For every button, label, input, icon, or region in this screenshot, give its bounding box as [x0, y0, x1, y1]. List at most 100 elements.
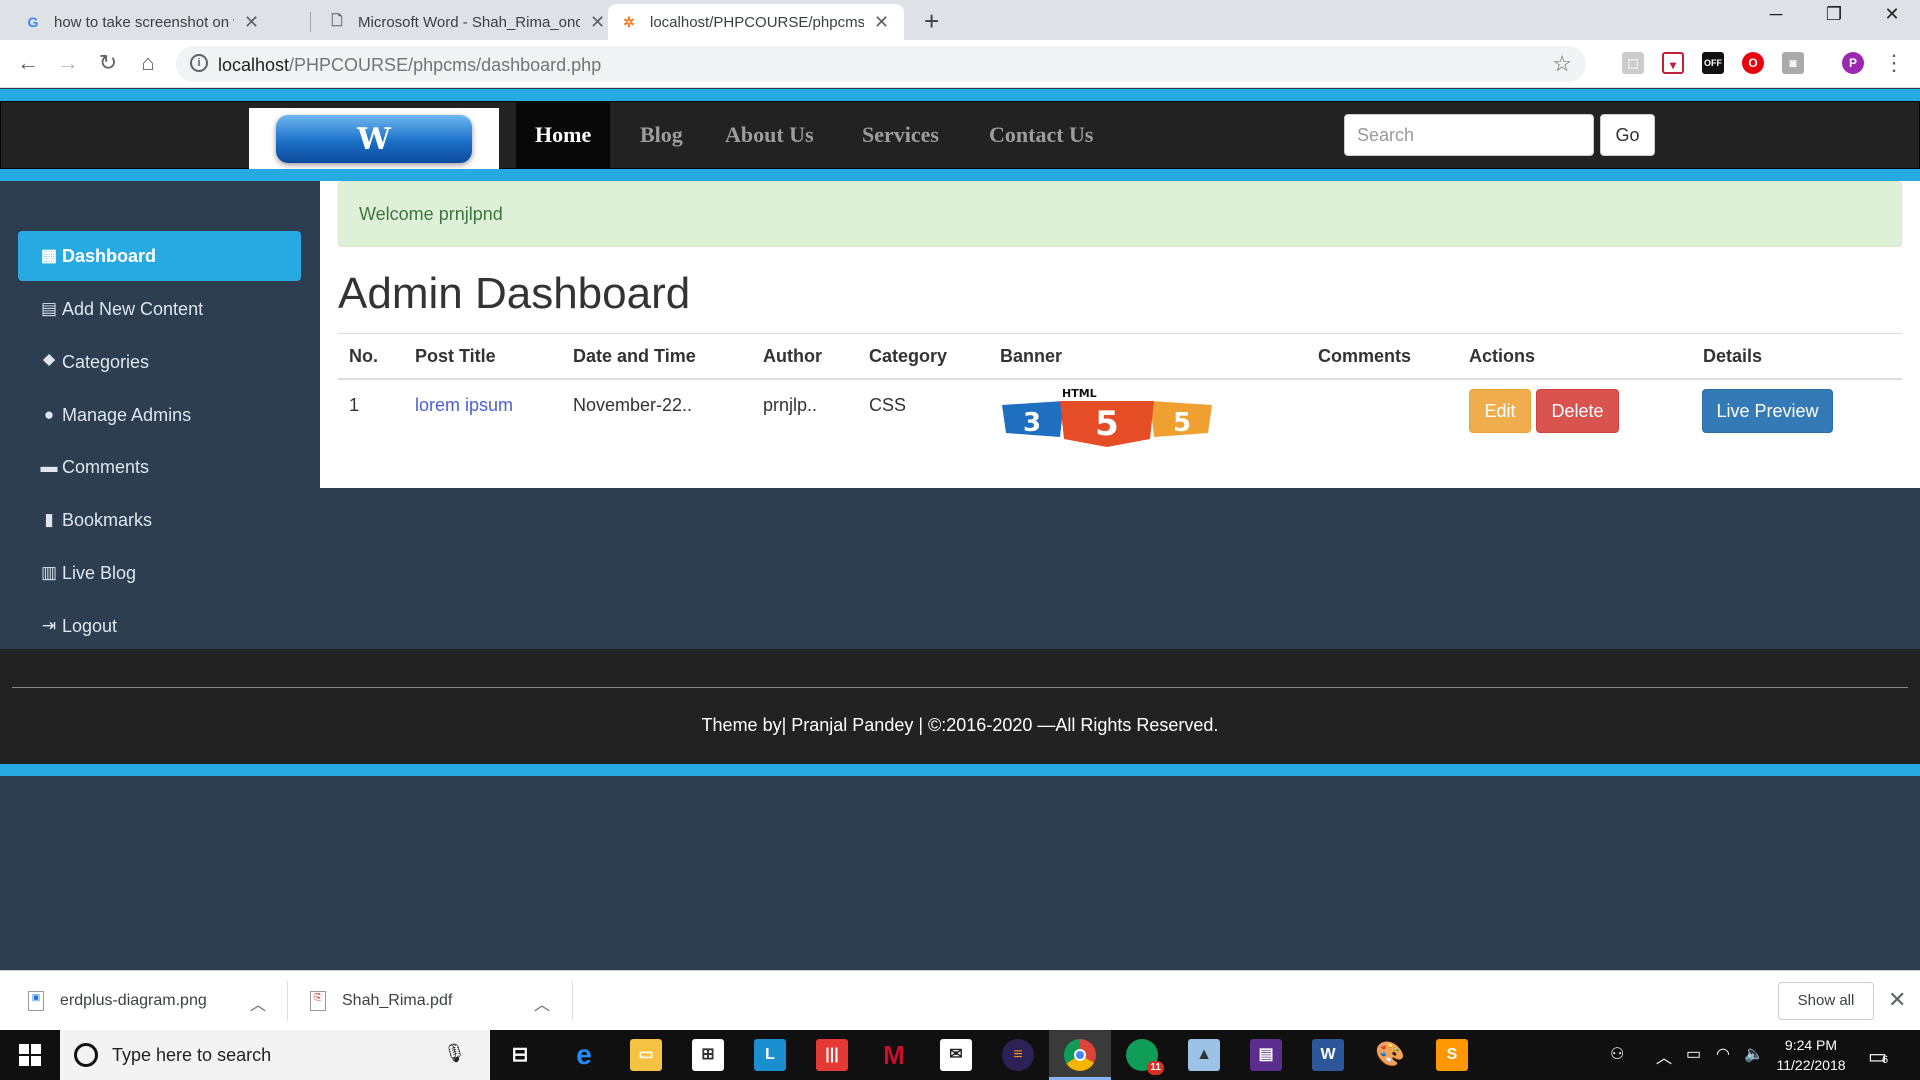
- sidebar-item-comments[interactable]: ▬ Comments: [18, 442, 301, 492]
- url-text[interactable]: localhost/PHPCOURSE/phpcms/dashboard.php: [218, 55, 601, 76]
- sidebar-item-manage-admins[interactable]: ● Manage Admins: [18, 390, 301, 440]
- home-icon[interactable]: ⌂: [134, 50, 162, 76]
- chevron-up-icon[interactable]: ︿: [250, 991, 266, 1015]
- download-item-erdplus[interactable]: ▣ erdplus-diagram.png ︿: [28, 971, 268, 1031]
- pdf-extension-icon[interactable]: ⬚: [1622, 52, 1644, 74]
- task-view-icon[interactable]: ⊟: [504, 1039, 536, 1071]
- new-tab-button[interactable]: +: [924, 6, 939, 37]
- menu-kebab-icon[interactable]: ⋮: [1880, 50, 1908, 76]
- chevron-up-icon[interactable]: ︿: [1656, 1044, 1672, 1068]
- column-header-author: Author: [763, 346, 822, 366]
- accent-strip-footer: [0, 764, 1920, 776]
- nav-home[interactable]: Home: [516, 102, 611, 168]
- show-all-button[interactable]: Show all: [1778, 982, 1874, 1020]
- cell-date-time: November-22..: [573, 395, 693, 415]
- bookmark-icon: ▮: [44, 510, 54, 529]
- nav-contact-us[interactable]: Contact Us: [970, 102, 1113, 168]
- sublime-text-icon[interactable]: S: [1436, 1039, 1468, 1071]
- sidebar-item-logout[interactable]: ⇥ Logout: [18, 601, 301, 651]
- close-downloads-icon[interactable]: ✕: [1888, 987, 1906, 1013]
- store-icon[interactable]: ⊞: [692, 1039, 724, 1071]
- taskbar-search[interactable]: Type here to search 🎙: [60, 1030, 490, 1080]
- user-icon: ●: [43, 405, 55, 424]
- photos-icon[interactable]: ▲: [1188, 1039, 1220, 1071]
- site-logo[interactable]: W: [249, 108, 499, 170]
- start-button[interactable]: [0, 1030, 60, 1080]
- edit-button[interactable]: Edit: [1469, 389, 1531, 433]
- nav-blog[interactable]: Blog: [621, 102, 702, 168]
- page-title: Admin Dashboard: [338, 269, 691, 318]
- post-title-link[interactable]: lorem ipsum: [415, 395, 513, 416]
- mail-icon[interactable]: ✉: [940, 1039, 972, 1071]
- column-header-no: No.: [349, 346, 378, 366]
- sidebar-item-label: Dashboard: [62, 245, 157, 266]
- word-icon[interactable]: W: [1312, 1039, 1344, 1071]
- microphone-icon[interactable]: 🎙: [443, 1043, 466, 1064]
- eclipse-icon[interactable]: ≡: [1002, 1039, 1034, 1071]
- camera-extension-icon[interactable]: ◙: [1782, 52, 1804, 74]
- offers-extension-icon[interactable]: OFF: [1702, 52, 1724, 74]
- l-app-icon[interactable]: L: [754, 1039, 786, 1071]
- paint-icon[interactable]: 🎨: [1374, 1039, 1406, 1071]
- address-bar[interactable]: i localhost/PHPCOURSE/phpcms/dashboard.p…: [176, 46, 1586, 82]
- column-header-details: Details: [1703, 346, 1763, 366]
- th-icon: ▦: [40, 246, 58, 265]
- document-icon: 🗋: [331, 12, 343, 28]
- minimize-button[interactable]: ─: [1746, 4, 1806, 25]
- volume-icon[interactable]: 🔈: [1744, 1044, 1764, 1064]
- sidebar-item-label: Categories: [62, 351, 150, 372]
- system-clock[interactable]: 9:24 PM 11/22/2018: [1766, 1035, 1856, 1075]
- winrar-icon[interactable]: ▤: [1250, 1039, 1282, 1071]
- chevron-up-icon[interactable]: ︿: [534, 991, 550, 1015]
- tab-google-search[interactable]: G how to take screenshot on windo ✕: [12, 4, 271, 40]
- opera-extension-icon[interactable]: O: [1742, 52, 1764, 74]
- sidebar-item-label: Manage Admins: [62, 404, 192, 425]
- battery-icon[interactable]: ▭: [1686, 1044, 1701, 1064]
- edge-icon[interactable]: e: [568, 1039, 600, 1071]
- sidebar-item-dashboard[interactable]: ▦ Dashboard: [18, 231, 301, 281]
- accent-strip-top: [0, 89, 1920, 101]
- tab-localhost-dashboard[interactable]: ✲ localhost/PHPCOURSE/phpcms/d ✕: [608, 4, 904, 40]
- delete-button[interactable]: Delete: [1536, 389, 1619, 433]
- action-center-icon[interactable]: ▭ 6: [1868, 1044, 1889, 1069]
- info-icon[interactable]: i: [190, 54, 208, 72]
- js-numeral: 5: [1173, 408, 1191, 438]
- profile-avatar[interactable]: P: [1842, 52, 1864, 74]
- sidebar-item-add-new-content[interactable]: ▤ Add New Content: [18, 284, 301, 334]
- mcafee-icon[interactable]: M: [878, 1039, 910, 1071]
- back-icon[interactable]: ←: [14, 50, 42, 76]
- xampp-icon: ✲: [623, 13, 635, 30]
- clock-time: 9:24 PM: [1784, 1037, 1838, 1053]
- forward-icon[interactable]: →: [54, 50, 82, 76]
- wifi-icon[interactable]: ◠: [1716, 1044, 1730, 1064]
- sidebar-item-live-blog[interactable]: ▥ Live Blog: [18, 548, 301, 598]
- sidebar-item-bookmarks[interactable]: ▮ Bookmarks: [18, 495, 301, 545]
- tab-word-document[interactable]: 🗋 Microsoft Word - Shah_Rima_onc ✕: [316, 4, 617, 40]
- url-path: /PHPCOURSE/phpcms/dashboard.php: [289, 55, 602, 75]
- go-button[interactable]: Go: [1600, 114, 1655, 156]
- people-icon[interactable]: ⚇: [1610, 1044, 1624, 1064]
- file-explorer-icon[interactable]: ▭: [630, 1039, 662, 1071]
- nav-services[interactable]: Services: [843, 102, 958, 168]
- sidebar-item-categories[interactable]: ⯁ Categories: [18, 337, 301, 387]
- sidebar-item-label: Comments: [62, 456, 150, 477]
- bookmark-star-icon[interactable]: ☆: [1552, 51, 1572, 77]
- red-app-icon[interactable]: |||: [816, 1039, 848, 1071]
- close-tab-icon[interactable]: ✕: [244, 12, 259, 33]
- download-item-shah-rima[interactable]: ⎘ Shah_Rima.pdf ︿: [310, 971, 550, 1031]
- live-preview-button[interactable]: Live Preview: [1702, 389, 1833, 433]
- chrome-badge-icon[interactable]: 11: [1126, 1039, 1164, 1075]
- pocket-extension-icon[interactable]: ▾: [1662, 52, 1684, 74]
- reload-icon[interactable]: ↻: [94, 50, 122, 76]
- search-input[interactable]: Search: [1344, 114, 1594, 156]
- close-window-button[interactable]: ✕: [1862, 4, 1920, 25]
- close-tab-icon[interactable]: ✕: [590, 12, 605, 33]
- css3-numeral: 3: [1023, 408, 1041, 438]
- nav-about-us[interactable]: About Us: [706, 102, 833, 168]
- notification-count: 6: [1882, 1054, 1889, 1066]
- site-navbar: W Home Blog About Us Services Contact Us…: [0, 101, 1920, 170]
- tab-title: Microsoft Word - Shah_Rima_onc: [358, 13, 580, 31]
- chrome-icon[interactable]: [1064, 1039, 1096, 1071]
- close-tab-icon[interactable]: ✕: [874, 12, 889, 33]
- maximize-button[interactable]: ❐: [1804, 4, 1864, 25]
